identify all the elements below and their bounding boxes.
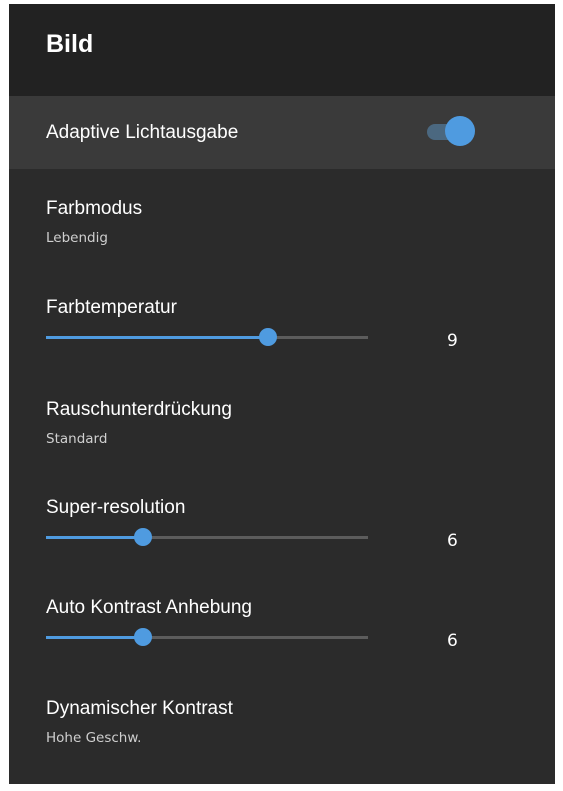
setting-super-resolution[interactable]: Super-resolution 6	[9, 469, 555, 569]
setting-color-mode[interactable]: Farbmodus Lebendig	[9, 169, 555, 269]
setting-adaptive-light-label: Adaptive Lichtausgabe	[46, 122, 239, 143]
super-resolution-slider[interactable]	[46, 527, 368, 547]
slider-fill	[46, 336, 269, 339]
super-resolution-value: 6	[447, 531, 458, 551]
setting-color-temperature[interactable]: Farbtemperatur 9	[9, 269, 555, 369]
slider-handle[interactable]	[259, 328, 278, 346]
setting-noise-reduction-label: Rauschunterdrückung	[46, 399, 232, 420]
color-temperature-value: 9	[447, 331, 458, 351]
setting-adaptive-light[interactable]: Adaptive Lichtausgabe	[9, 96, 555, 169]
toggle-knob	[445, 116, 475, 146]
color-temperature-slider[interactable]	[46, 327, 368, 347]
setting-color-temperature-label: Farbtemperatur	[46, 297, 177, 318]
picture-settings-panel: Bild Adaptive Lichtausgabe Farbmodus Leb…	[9, 4, 555, 784]
setting-noise-reduction[interactable]: Rauschunterdrückung Standard	[9, 369, 555, 469]
setting-color-mode-label: Farbmodus	[46, 198, 143, 219]
setting-dynamic-contrast-value: Hohe Geschw.	[46, 730, 142, 746]
setting-auto-contrast[interactable]: Auto Kontrast Anhebung 6	[9, 569, 555, 669]
auto-contrast-value: 6	[447, 631, 458, 651]
setting-noise-reduction-value: Standard	[46, 431, 108, 447]
slider-fill	[46, 536, 143, 539]
settings-header: Bild	[9, 4, 555, 96]
setting-color-mode-value: Lebendig	[46, 230, 108, 246]
setting-dynamic-contrast[interactable]: Dynamischer Kontrast Hohe Geschw.	[9, 669, 555, 769]
page-title: Bild	[46, 30, 94, 58]
adaptive-light-toggle[interactable]	[425, 116, 477, 148]
auto-contrast-slider[interactable]	[46, 627, 368, 647]
slider-handle[interactable]	[133, 528, 152, 546]
slider-handle[interactable]	[133, 628, 152, 646]
setting-dynamic-contrast-label: Dynamischer Kontrast	[46, 698, 233, 719]
setting-super-resolution-label: Super-resolution	[46, 497, 186, 518]
slider-fill	[46, 636, 143, 639]
setting-auto-contrast-label: Auto Kontrast Anhebung	[46, 597, 252, 618]
